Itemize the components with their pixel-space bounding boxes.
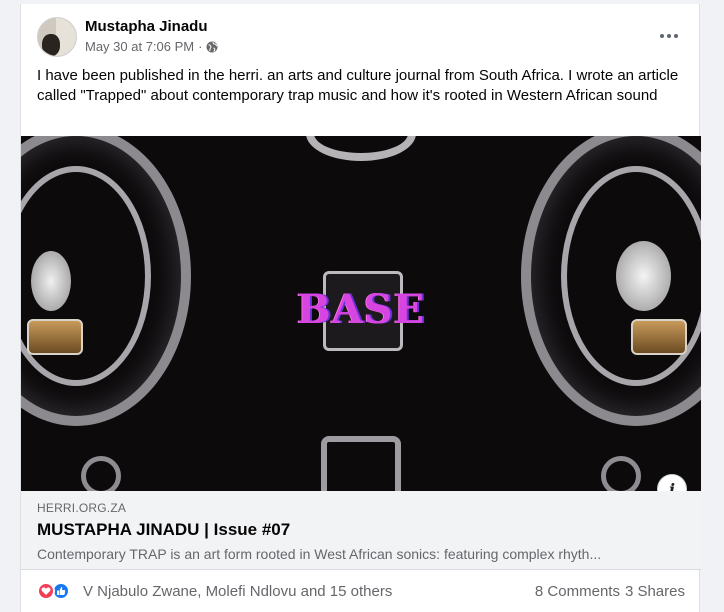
post-text: I have been published in the herri. an a… [37,67,679,104]
post-meta: May 30 at 7:06 PM · [85,39,218,54]
post-card: Mustapha Jinadu May 30 at 7:06 PM · I ha… [20,4,701,612]
globe-icon[interactable] [206,41,218,53]
post-header: Mustapha Jinadu May 30 at 7:06 PM · [21,4,699,62]
speaker-ring [306,136,416,161]
reaction-icons[interactable] [37,582,70,600]
engagement-counts: 8 Comments 3 Shares [535,583,685,600]
link-preview-image[interactable]: BASE i [21,136,701,491]
author-name[interactable]: Mustapha Jinadu [85,18,208,35]
comments-count[interactable]: 8 Comments [535,583,620,600]
speaker-ring [601,456,641,491]
reactions-bar: V Njabulo Zwane, Molefi Ndlovu and 15 ot… [21,570,701,610]
post-timestamp[interactable]: May 30 at 7:06 PM [85,39,194,54]
link-title[interactable]: MUSTAPHA JINADU | Issue #07 [37,520,290,540]
shares-count[interactable]: 3 Shares [625,583,685,600]
link-description: Contemporary TRAP is an art form rooted … [37,546,602,562]
speaker-ring [81,456,121,491]
avatar[interactable] [37,17,77,57]
speaker-ring [321,436,401,491]
image-overlay-text: BASE [296,286,426,333]
info-icon[interactable]: i [657,474,687,491]
more-options-button[interactable] [651,22,687,50]
link-domain: HERRI.ORG.ZA [37,501,127,515]
meta-separator: · [198,39,203,54]
reactors-text[interactable]: V Njabulo Zwane, Molefi Ndlovu and 15 ot… [83,583,392,600]
link-preview-info[interactable]: HERRI.ORG.ZA MUSTAPHA JINADU | Issue #07… [21,491,701,570]
love-icon[interactable] [37,582,55,600]
